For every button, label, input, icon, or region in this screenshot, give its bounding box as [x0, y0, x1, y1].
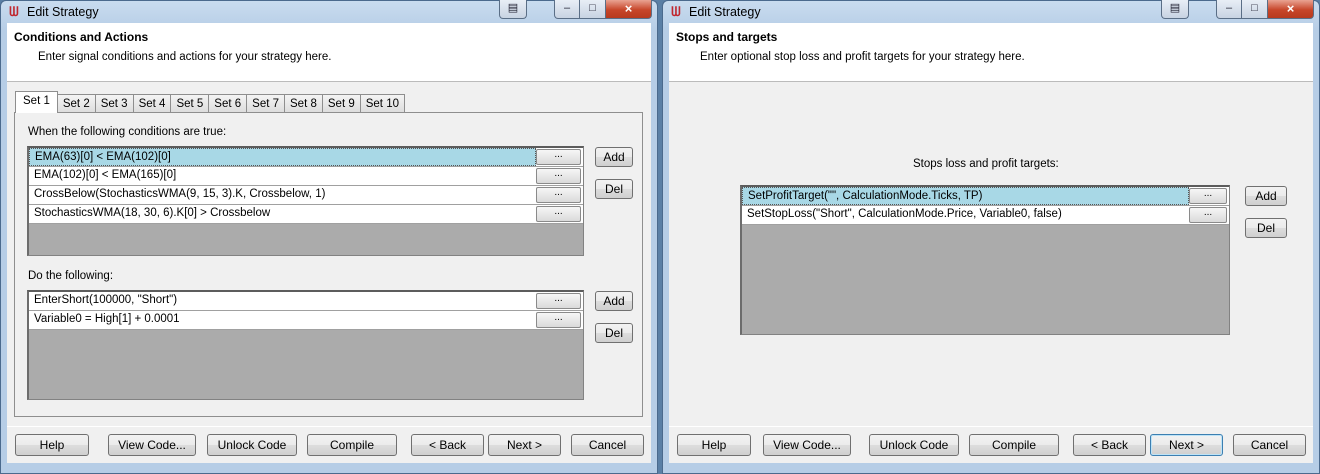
condition-row[interactable]: EMA(63)[0] < EMA(102)[0] ... [29, 148, 583, 167]
targets-label: Stops loss and profit targets: [913, 158, 1059, 170]
condition-edit-button[interactable]: ... [536, 149, 581, 165]
maximize-icon[interactable]: □ [1242, 0, 1268, 19]
tab-set-8[interactable]: Set 8 [284, 94, 323, 113]
action-row[interactable]: Variable0 = High[1] + 0.0001 ... [29, 311, 583, 330]
condition-text: EMA(63)[0] < EMA(102)[0] [29, 148, 536, 166]
wizard-button-bar: Help View Code... Unlock Code Compile < … [669, 427, 1313, 463]
maximize-icon[interactable]: □ [580, 0, 606, 19]
target-text: SetProfitTarget("", CalculationMode.Tick… [742, 187, 1189, 205]
page-title: Stops and targets [676, 30, 778, 44]
compile-button[interactable]: Compile [307, 434, 397, 456]
minimize-icon[interactable]: – [554, 0, 580, 19]
condition-row[interactable]: EMA(102)[0] < EMA(165)[0] ... [29, 167, 583, 186]
target-row[interactable]: SetStopLoss("Short", CalculationMode.Pri… [742, 206, 1229, 225]
page-subtitle: Enter optional stop loss and profit targ… [700, 51, 1025, 63]
compile-button[interactable]: Compile [969, 434, 1059, 456]
delete-action-button[interactable]: Del [595, 323, 633, 343]
cancel-button[interactable]: Cancel [1233, 434, 1306, 456]
ninja-app-icon: ᗯ [9, 4, 19, 19]
wizard-header: Stops and targets Enter optional stop lo… [669, 23, 1313, 82]
add-action-button[interactable]: Add [595, 291, 633, 311]
condition-edit-button[interactable]: ... [536, 206, 581, 222]
back-button[interactable]: < Back [411, 434, 484, 456]
actions-grid[interactable]: EnterShort(100000, "Short") ... Variable… [27, 290, 584, 400]
wizard-body: Stops loss and profit targets: SetProfit… [669, 82, 1313, 463]
target-row[interactable]: SetProfitTarget("", CalculationMode.Tick… [742, 187, 1229, 206]
tab-set-10[interactable]: Set 10 [359, 94, 405, 113]
page-subtitle: Enter signal conditions and actions for … [38, 51, 332, 63]
window-extra-icon[interactable]: ▤ [499, 0, 527, 19]
actions-label: Do the following: [28, 270, 114, 282]
title-bar[interactable]: ᗯ Edit Strategy ▤ – □ × [1, 0, 657, 23]
target-text: SetStopLoss("Short", CalculationMode.Pri… [747, 208, 1062, 220]
action-text: EnterShort(100000, "Short") [34, 294, 178, 306]
close-icon[interactable]: × [1268, 0, 1314, 19]
next-button[interactable]: Next > [1150, 434, 1223, 456]
action-row[interactable]: EnterShort(100000, "Short") ... [29, 292, 583, 311]
window-title: Edit Strategy [27, 5, 99, 19]
tab-set-5[interactable]: Set 5 [170, 94, 210, 113]
condition-edit-button[interactable]: ... [536, 168, 581, 184]
edit-strategy-window-right: ᗯ Edit Strategy ▤ – □ × Stops and target… [662, 0, 1320, 474]
condition-text: CrossBelow(StochasticsWMA(9, 15, 3).K, C… [34, 188, 326, 200]
tab-set-2[interactable]: Set 2 [56, 94, 96, 113]
cancel-button[interactable]: Cancel [571, 434, 644, 456]
title-bar[interactable]: ᗯ Edit Strategy ▤ – □ × [663, 0, 1319, 23]
conditions-grid[interactable]: EMA(63)[0] < EMA(102)[0] ... EMA(102)[0]… [27, 146, 584, 256]
condition-text: StochasticsWMA(18, 30, 6).K[0] > Crossbe… [34, 207, 271, 219]
ninja-app-icon: ᗯ [671, 4, 681, 19]
add-target-button[interactable]: Add [1245, 186, 1287, 206]
set-tabs: Set 1 Set 2 Set 3 Set 4 Set 5 Set 6 Set … [15, 91, 405, 113]
tab-set-6[interactable]: Set 6 [208, 94, 248, 113]
action-text: Variable0 = High[1] + 0.0001 [34, 313, 180, 325]
window-extra-icon[interactable]: ▤ [1161, 0, 1189, 19]
view-code-button[interactable]: View Code... [763, 434, 851, 456]
action-edit-button[interactable]: ... [536, 312, 581, 328]
target-edit-button[interactable]: ... [1189, 207, 1227, 223]
delete-target-button[interactable]: Del [1245, 218, 1287, 238]
condition-text: EMA(102)[0] < EMA(165)[0] [34, 169, 177, 181]
wizard-body: Set 1 Set 2 Set 3 Set 4 Set 5 Set 6 Set … [7, 82, 651, 463]
tab-set-4[interactable]: Set 4 [132, 94, 172, 113]
minimize-icon[interactable]: – [1216, 0, 1242, 19]
help-button[interactable]: Help [677, 434, 751, 456]
close-icon[interactable]: × [606, 0, 652, 19]
conditions-label: When the following conditions are true: [28, 126, 227, 138]
tab-set-7[interactable]: Set 7 [246, 94, 286, 113]
set-1-panel: When the following conditions are true: … [14, 112, 643, 417]
unlock-code-button[interactable]: Unlock Code [207, 434, 297, 456]
window-title: Edit Strategy [689, 5, 761, 19]
tab-set-1[interactable]: Set 1 [15, 91, 58, 113]
unlock-code-button[interactable]: Unlock Code [869, 434, 959, 456]
edit-strategy-window-left: ᗯ Edit Strategy ▤ – □ × Conditions and A… [0, 0, 658, 474]
tab-set-3[interactable]: Set 3 [94, 94, 134, 113]
condition-row[interactable]: CrossBelow(StochasticsWMA(9, 15, 3).K, C… [29, 186, 583, 205]
condition-edit-button[interactable]: ... [536, 187, 581, 203]
wizard-button-bar: Help View Code... Unlock Code Compile < … [7, 427, 651, 463]
action-edit-button[interactable]: ... [536, 293, 581, 309]
condition-row[interactable]: StochasticsWMA(18, 30, 6).K[0] > Crossbe… [29, 205, 583, 224]
back-button[interactable]: < Back [1073, 434, 1146, 456]
wizard-header: Conditions and Actions Enter signal cond… [7, 23, 651, 82]
next-button[interactable]: Next > [488, 434, 561, 456]
delete-condition-button[interactable]: Del [595, 179, 633, 199]
view-code-button[interactable]: View Code... [108, 434, 196, 456]
tab-set-9[interactable]: Set 9 [321, 94, 361, 113]
target-edit-button[interactable]: ... [1189, 188, 1227, 204]
page-title: Conditions and Actions [14, 30, 149, 44]
add-condition-button[interactable]: Add [595, 147, 633, 167]
help-button[interactable]: Help [15, 434, 89, 456]
targets-grid[interactable]: SetProfitTarget("", CalculationMode.Tick… [740, 185, 1230, 335]
